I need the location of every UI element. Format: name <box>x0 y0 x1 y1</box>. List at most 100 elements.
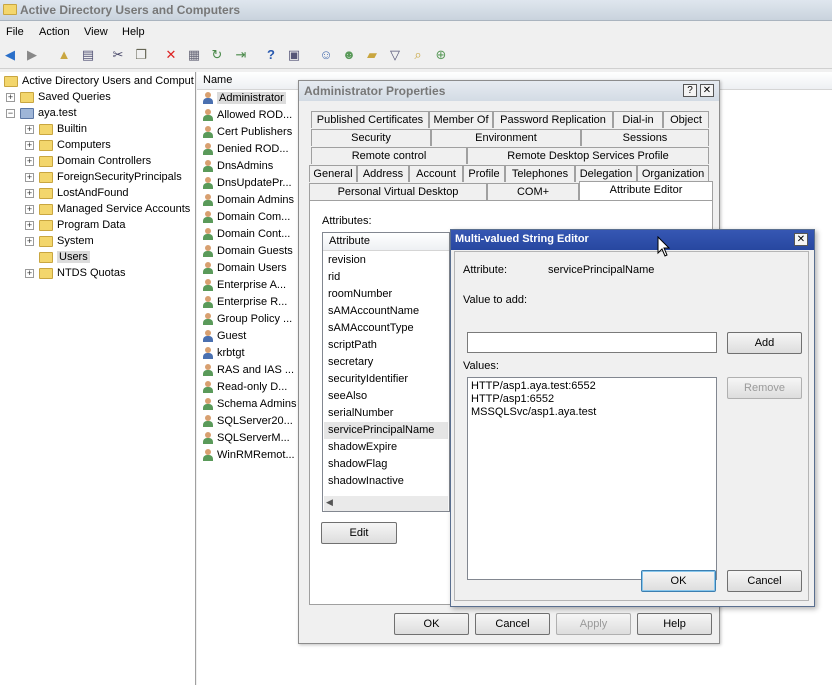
attribute-row[interactable]: sAMAccountName <box>328 303 419 320</box>
attribute-row[interactable]: secretary <box>328 354 373 371</box>
list-item[interactable]: Domain Admins <box>202 192 294 209</box>
tab-remote-control[interactable]: Remote control <box>311 147 467 164</box>
value-item[interactable]: HTTP/asp1:6552 <box>471 393 554 406</box>
list-item[interactable]: Domain Guests <box>202 243 293 260</box>
new-group-icon[interactable]: ☻ <box>341 47 357 63</box>
tab-password-replication[interactable]: Password Replication <box>493 111 613 128</box>
tab-environment[interactable]: Environment <box>431 129 581 146</box>
tab-personal-virtual-desktop[interactable]: Personal Virtual Desktop <box>309 183 487 200</box>
tab-address[interactable]: Address <box>357 165 409 182</box>
show-hide-icon[interactable]: ▣ <box>286 47 302 63</box>
tab-attribute-editor[interactable]: Attribute Editor <box>579 181 713 200</box>
filter-icon[interactable]: ▽ <box>387 47 403 63</box>
tab-com-plus[interactable]: COM+ <box>487 183 579 200</box>
tree-item[interactable]: + NTDS Quotas <box>25 265 125 281</box>
tree-root[interactable]: Active Directory Users and Comput <box>4 73 194 89</box>
find-icon[interactable]: ⌕ <box>410 47 426 63</box>
list-item[interactable]: Domain Com... <box>202 209 290 226</box>
list-item[interactable]: DnsUpdatePr... <box>202 175 292 192</box>
value-item[interactable]: HTTP/asp1.aya.test:6552 <box>471 380 596 393</box>
scroll-left-icon[interactable]: ◀ <box>326 497 333 508</box>
list-item[interactable]: Enterprise R... <box>202 294 287 311</box>
list-item[interactable]: Domain Cont... <box>202 226 290 243</box>
list-item[interactable]: SQLServer20... <box>202 413 293 430</box>
expand-icon[interactable]: + <box>25 268 34 278</box>
editor-cancel-button[interactable]: Cancel <box>727 570 802 592</box>
menu-file[interactable]: File <box>6 26 24 38</box>
attribute-row[interactable]: serialNumber <box>328 405 393 422</box>
tree-item[interactable]: + Computers <box>25 137 111 153</box>
tab-telephones[interactable]: Telephones <box>505 165 575 182</box>
editor-ok-button[interactable]: OK <box>641 570 716 592</box>
list-item[interactable]: Denied ROD... <box>202 141 289 158</box>
attribute-row[interactable]: sAMAccountType <box>328 320 414 337</box>
tree-item[interactable]: + Program Data <box>25 217 125 233</box>
expand-icon[interactable]: + <box>25 236 34 246</box>
edit-button[interactable]: Edit <box>321 522 397 544</box>
remove-button[interactable]: Remove <box>727 377 802 399</box>
new-user-icon[interactable]: ☺ <box>318 47 334 63</box>
list-item[interactable]: Group Policy ... <box>202 311 292 328</box>
copy-icon[interactable]: ❐ <box>133 47 149 63</box>
help-caption-button[interactable]: ? <box>683 84 697 97</box>
expand-icon[interactable]: + <box>25 140 34 150</box>
back-arrow-icon[interactable]: ◀ <box>2 47 18 63</box>
list-item[interactable]: krbtgt <box>202 345 245 362</box>
tab-profile[interactable]: Profile <box>463 165 505 182</box>
tree-item[interactable]: + Builtin <box>25 121 87 137</box>
attribute-row[interactable]: roomNumber <box>328 286 392 303</box>
refresh-icon[interactable]: ↻ <box>209 47 225 63</box>
column-name[interactable]: Name <box>203 74 232 86</box>
list-item[interactable]: Allowed ROD... <box>202 107 292 124</box>
attribute-row-selected[interactable]: servicePrincipalName <box>324 422 448 439</box>
list-item[interactable]: Read-only D... <box>202 379 287 396</box>
attribute-row[interactable]: scriptPath <box>328 337 377 354</box>
tree-item[interactable]: + ForeignSecurityPrincipals <box>25 169 182 185</box>
attribute-row[interactable]: revision <box>328 252 366 269</box>
expand-icon[interactable]: + <box>25 172 34 182</box>
tree-item[interactable]: + LostAndFound <box>25 185 129 201</box>
tree-domain[interactable]: − aya.test <box>6 105 77 121</box>
tab-rds-profile[interactable]: Remote Desktop Services Profile <box>467 147 709 164</box>
expand-icon[interactable]: + <box>25 156 34 166</box>
list-item[interactable]: SQLServerM... <box>202 430 290 447</box>
close-icon[interactable]: ✕ <box>794 233 808 246</box>
list-item[interactable]: DnsAdmins <box>202 158 273 175</box>
apply-button[interactable]: Apply <box>556 613 631 635</box>
expand-icon[interactable]: + <box>25 188 34 198</box>
console-tree-icon[interactable]: ▤ <box>80 47 96 63</box>
attributes-list[interactable]: Attribute revision rid roomNumber sAMAcc… <box>322 232 450 512</box>
menu-help[interactable]: Help <box>122 26 145 38</box>
values-list[interactable]: HTTP/asp1.aya.test:6552 HTTP/asp1:6552 M… <box>467 377 717 580</box>
tab-object[interactable]: Object <box>663 111 709 128</box>
help-icon[interactable]: ? <box>263 47 279 63</box>
add-button[interactable]: Add <box>727 332 802 354</box>
column-attribute[interactable]: Attribute <box>329 235 370 247</box>
tab-security[interactable]: Security <box>311 129 431 146</box>
tab-dial-in[interactable]: Dial-in <box>613 111 663 128</box>
forward-arrow-icon[interactable]: ▶ <box>24 47 40 63</box>
cancel-button[interactable]: Cancel <box>475 613 550 635</box>
collapse-icon[interactable]: − <box>6 108 15 118</box>
attribute-row[interactable]: rid <box>328 269 340 286</box>
tab-organization[interactable]: Organization <box>637 165 709 182</box>
attribute-row[interactable]: seeAlso <box>328 388 367 405</box>
tab-account[interactable]: Account <box>409 165 463 182</box>
expand-icon[interactable]: + <box>25 204 34 214</box>
cut-icon[interactable]: ✂ <box>110 47 126 63</box>
tree-item-users[interactable]: Users <box>39 249 90 265</box>
attribute-row[interactable]: shadowInactive <box>328 473 404 490</box>
list-item[interactable]: RAS and IAS ... <box>202 362 294 379</box>
list-item[interactable]: Domain Users <box>202 260 287 277</box>
delete-icon[interactable]: ✕ <box>163 47 179 63</box>
tree-item[interactable]: + System <box>25 233 94 249</box>
tab-sessions[interactable]: Sessions <box>581 129 709 146</box>
tree-item[interactable]: + Domain Controllers <box>25 153 151 169</box>
attribute-row[interactable]: securityIdentifier <box>328 371 408 388</box>
value-to-add-input[interactable] <box>467 332 717 353</box>
tab-general[interactable]: General <box>309 165 357 182</box>
value-item[interactable]: MSSQLSvc/asp1.aya.test <box>471 406 596 419</box>
list-item[interactable]: Enterprise A... <box>202 277 286 294</box>
tree-saved-queries[interactable]: + Saved Queries <box>6 89 111 105</box>
list-item[interactable]: Guest <box>202 328 246 345</box>
